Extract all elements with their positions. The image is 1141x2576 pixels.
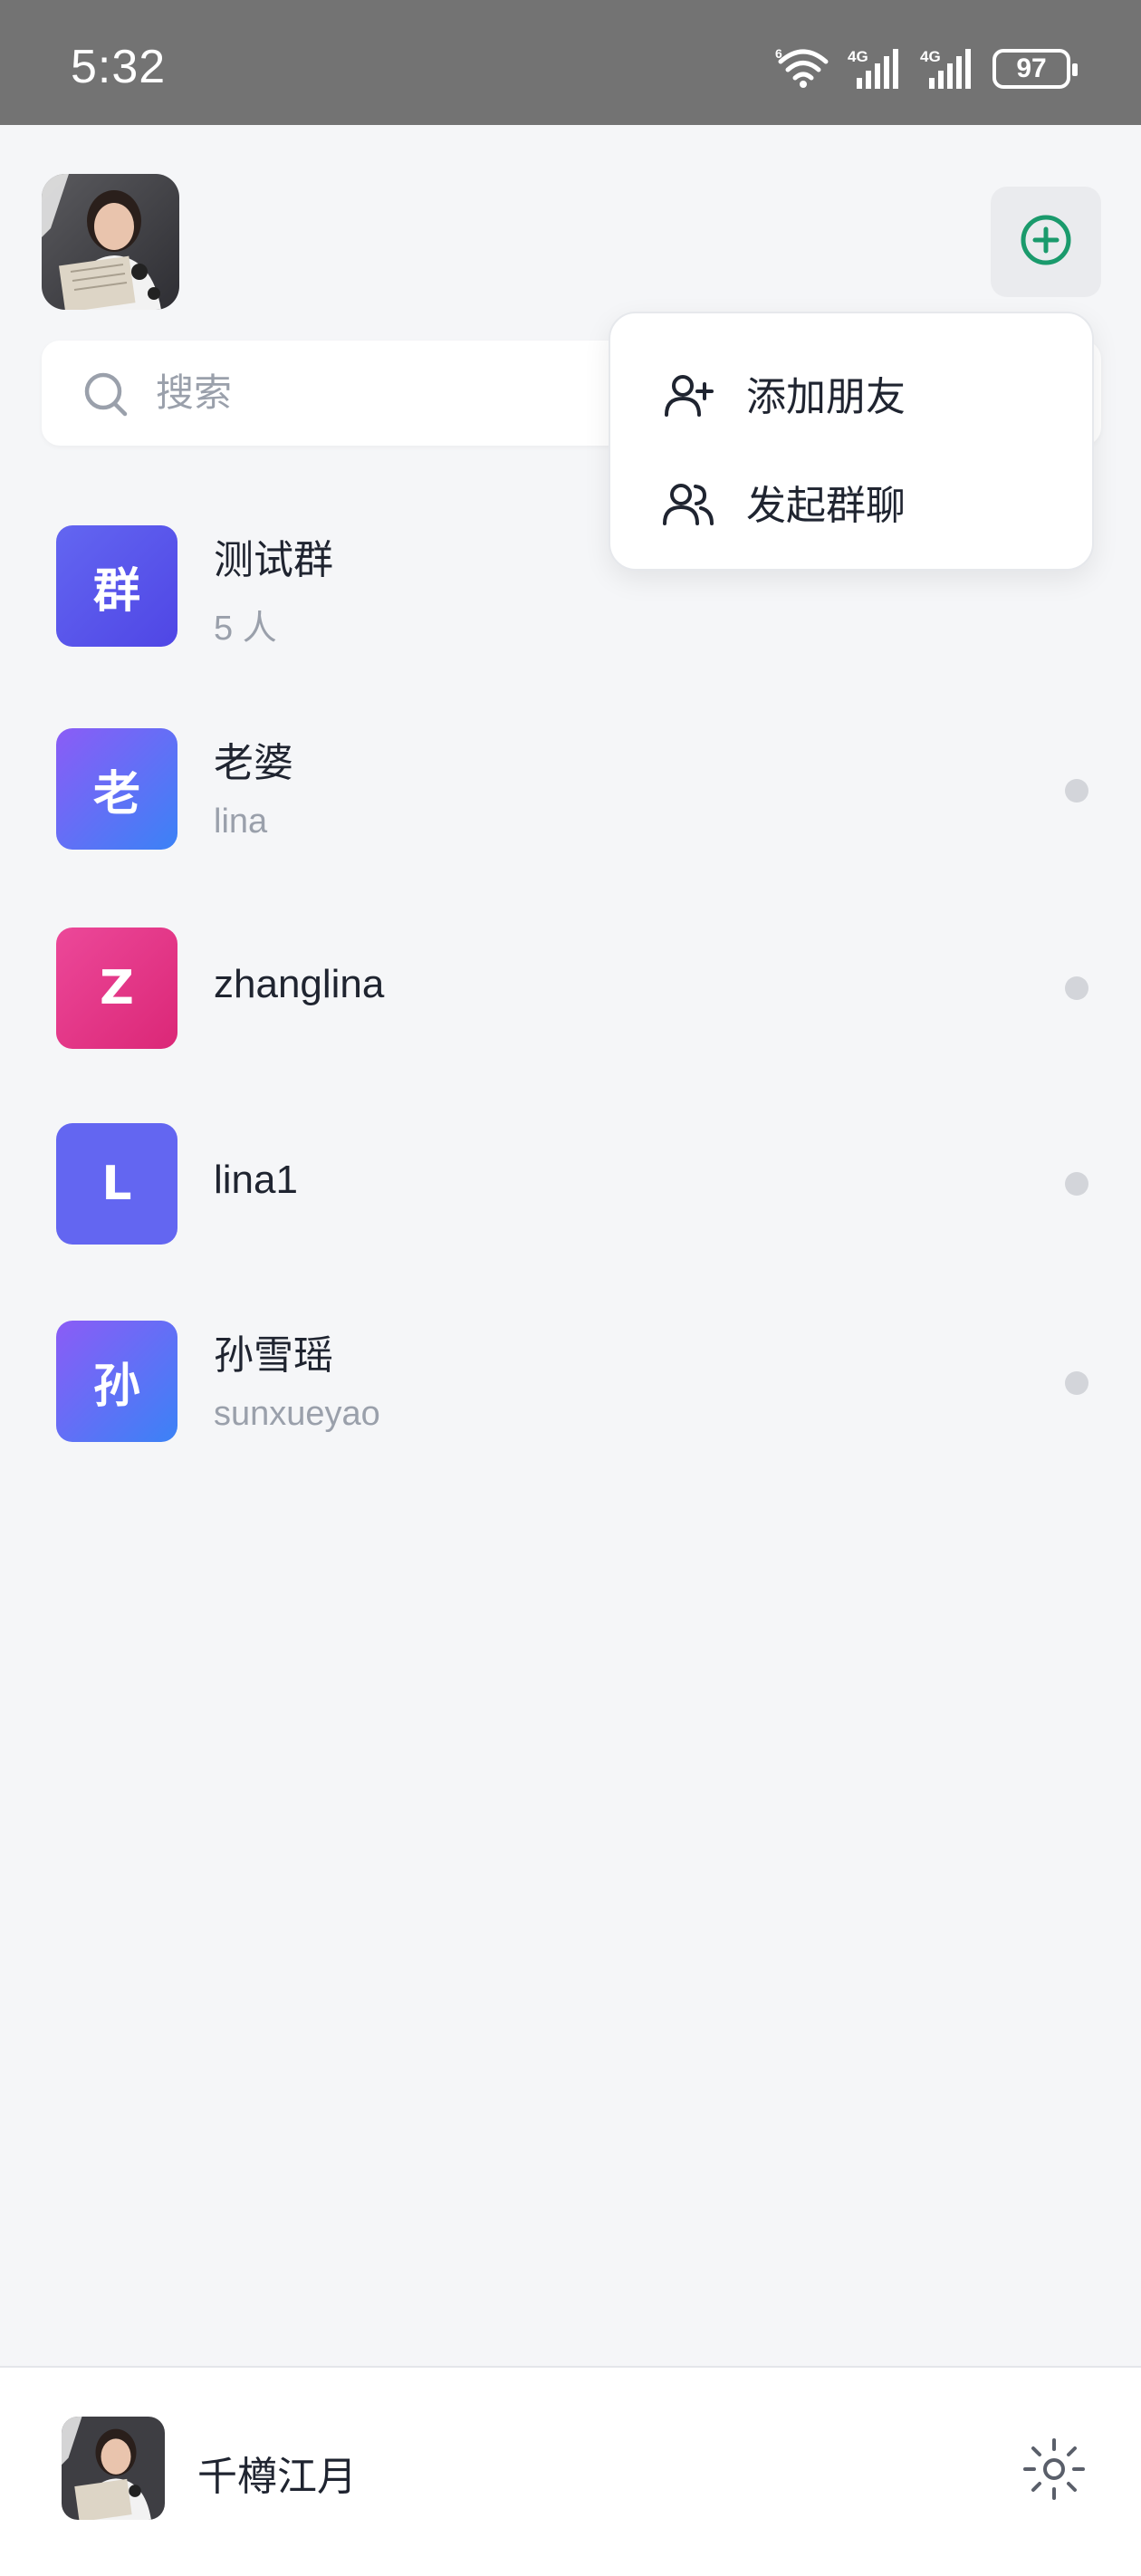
signal-icon-2: 4G: [920, 47, 976, 91]
search-input[interactable]: [156, 364, 609, 422]
conversation-subtitle: lina: [214, 803, 268, 841]
search-icon: [80, 368, 134, 427]
conversation-subtitle: 5 人: [214, 610, 277, 648]
status-bar: 5:32 6 4G 4G 97: [0, 0, 1141, 125]
list-item[interactable]: 孙 孙雪瑶 sunxueyao: [0, 1284, 1141, 1480]
conversation-subtitle: sunxueyao: [214, 1395, 380, 1433]
menu-item-start-group-chat[interactable]: 发起群聊: [610, 451, 1092, 553]
network-label: 6: [775, 46, 782, 61]
contact-avatar: 老: [56, 728, 177, 850]
conversation-name: 测试群: [214, 538, 333, 582]
status-dot: [1065, 1371, 1088, 1395]
plus-circle-icon: [1019, 213, 1073, 272]
add-menu-dropdown: 添加朋友 发起群聊: [609, 312, 1094, 571]
add-user-icon: [661, 368, 715, 427]
contact-avatar: 孙: [56, 1321, 177, 1442]
contact-avatar: Z: [56, 928, 177, 1049]
username: 千樽江月: [197, 2455, 357, 2499]
list-item[interactable]: Z zhanglina: [0, 891, 1141, 1087]
contact-avatar: L: [56, 1123, 177, 1245]
list-item[interactable]: L lina1: [0, 1087, 1141, 1283]
status-time: 5:32: [71, 41, 167, 93]
network-label: 4G: [920, 48, 941, 65]
network-label: 4G: [848, 48, 868, 65]
bottom-bar: 千樽江月: [0, 2366, 1141, 2576]
battery-indicator: 97: [992, 49, 1078, 89]
menu-item-label: 发起群聊: [746, 484, 906, 528]
status-dot: [1065, 779, 1088, 803]
conversation-name: 老婆: [214, 741, 293, 785]
conversation-name: 孙雪瑶: [214, 1333, 333, 1378]
user-avatar[interactable]: [62, 2417, 165, 2520]
battery-level: 97: [1016, 53, 1047, 83]
my-avatar[interactable]: [42, 174, 179, 310]
conversation-name: lina1: [214, 1158, 298, 1202]
group-avatar: 群: [56, 525, 177, 647]
menu-item-add-friend[interactable]: 添加朋友: [610, 342, 1092, 444]
conversation-name: zhanglina: [214, 962, 385, 1006]
status-dot: [1065, 976, 1088, 1000]
signal-icon-1: 4G: [848, 47, 904, 91]
group-icon: [661, 476, 715, 535]
add-button[interactable]: [991, 187, 1101, 297]
wifi-icon: 6: [775, 45, 831, 93]
list-item[interactable]: 老 老婆 lina: [0, 692, 1141, 888]
settings-button[interactable]: [1018, 2433, 1090, 2505]
menu-item-label: 添加朋友: [746, 375, 906, 419]
status-icons: 6 4G 4G 97: [775, 45, 1078, 93]
status-dot: [1065, 1172, 1088, 1196]
gear-icon: [1018, 2438, 1090, 2509]
